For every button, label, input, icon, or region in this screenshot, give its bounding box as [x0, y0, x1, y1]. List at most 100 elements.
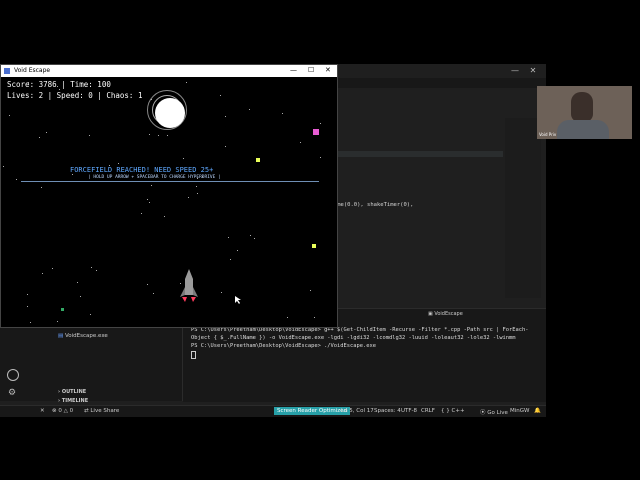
star: [300, 142, 301, 143]
star: [118, 163, 119, 164]
star: [153, 293, 154, 294]
terminal-line: PS C:\Users\Preetham\Desktop\VoidEscape>…: [191, 327, 529, 341]
go-live-button[interactable]: ⦿ Go Live: [480, 408, 508, 416]
account-icon[interactable]: [7, 369, 19, 381]
platform[interactable]: MinGW: [510, 408, 529, 414]
bell-icon[interactable]: 🔔: [534, 408, 541, 414]
star: [314, 317, 315, 318]
app-icon: [4, 68, 10, 74]
star: [249, 109, 250, 110]
close-icon[interactable]: ✕: [528, 66, 538, 76]
screen-reader-badge[interactable]: Screen Reader Optimized: [274, 407, 351, 415]
star: [77, 282, 78, 283]
star: [221, 292, 222, 293]
star: [282, 113, 283, 114]
star: [320, 123, 321, 124]
encoding[interactable]: UTF-8: [401, 408, 417, 414]
terminal-tab[interactable]: ▣ VoidEscape: [428, 311, 463, 317]
status-display: Lives: 2 | Speed: 0 | Chaos: 1: [7, 91, 143, 100]
star: [46, 132, 47, 133]
forcefield-line: [21, 181, 319, 182]
minimize-icon[interactable]: —: [510, 66, 520, 76]
star: [149, 134, 150, 135]
star: [59, 89, 60, 90]
star: [228, 237, 229, 238]
mouse-pointer-icon: [235, 296, 241, 304]
star: [52, 268, 53, 269]
debris-green: [61, 308, 64, 311]
star: [287, 317, 288, 318]
game-window[interactable]: Void Escape — ☐ ✕ Score: 3786 | Time: 10…: [0, 64, 338, 328]
star: [197, 178, 198, 179]
star: [96, 270, 97, 271]
star: [196, 186, 197, 187]
star: [197, 193, 198, 194]
language-mode[interactable]: { } C++: [441, 408, 465, 414]
star: [167, 135, 168, 136]
star: [27, 294, 28, 295]
star: [72, 174, 73, 175]
star: [158, 135, 159, 136]
indentation[interactable]: Spaces: 4: [374, 408, 401, 414]
window-title: Void Escape: [14, 67, 51, 74]
spaceship: [180, 269, 198, 302]
star: [149, 202, 150, 203]
star: [202, 176, 203, 177]
star: [254, 238, 255, 239]
star: [90, 314, 91, 315]
star: [30, 322, 31, 323]
live-share-button[interactable]: ⇄ Live Share: [84, 408, 119, 414]
star: [180, 283, 181, 284]
terminal-cursor: [191, 351, 196, 359]
star: [310, 290, 311, 291]
star: [41, 187, 42, 188]
person-head: [571, 92, 593, 122]
debris-pink: [313, 129, 319, 135]
timeline-section[interactable]: › TIMELINE: [58, 398, 88, 404]
star: [16, 179, 17, 180]
star: [151, 185, 152, 186]
star: [109, 165, 110, 166]
star: [57, 86, 58, 87]
file-icon: ▤: [58, 333, 65, 339]
star: [220, 95, 221, 96]
star: [80, 296, 81, 297]
star: [225, 146, 226, 147]
ship-flame: [182, 297, 187, 302]
file-item[interactable]: ▤ VoidEscape.exe: [58, 333, 108, 339]
game-titlebar: Void Escape — ☐ ✕: [1, 65, 337, 77]
star: [230, 259, 231, 260]
maximize-icon[interactable]: ☐: [308, 66, 314, 74]
minimize-icon[interactable]: —: [290, 66, 297, 74]
star: [42, 273, 43, 274]
minimap[interactable]: [505, 118, 541, 298]
close-icon[interactable]: ✕: [325, 66, 331, 74]
star: [27, 306, 28, 307]
star: [39, 137, 40, 138]
planet: [155, 98, 185, 128]
star: [147, 284, 148, 285]
star: [141, 213, 142, 214]
outline-section[interactable]: › OUTLINE: [58, 389, 86, 395]
gear-icon[interactable]: ⚙: [8, 388, 16, 398]
star: [164, 216, 165, 217]
ship-flame: [191, 297, 196, 302]
game-canvas[interactable]: Score: 3786 | Time: 100 Lives: 2 | Speed…: [1, 77, 337, 327]
status-bar: ✕ ⊗ 0 △ 0 ⇄ Live Share Screen Reader Opt…: [0, 405, 546, 417]
debris-yellow: [256, 158, 260, 162]
ship-fin-left: [180, 287, 185, 297]
person-body: [557, 120, 609, 139]
forcefield-message: FORCEFIELD REACHED! NEED SPEED 25+: [70, 166, 214, 174]
debris-yellow: [312, 244, 316, 248]
star: [250, 235, 251, 236]
star: [151, 99, 152, 100]
star: [225, 116, 226, 117]
webcam-label: Void Priv: [539, 132, 557, 137]
eol[interactable]: CRLF: [421, 408, 435, 414]
close-icon[interactable]: ✕: [40, 408, 45, 414]
webcam-overlay: Void Priv: [537, 86, 632, 139]
cursor-position[interactable]: Ln 5, Col 17: [341, 408, 374, 414]
problems-indicator[interactable]: ⊗ 0 △ 0: [52, 408, 73, 414]
star: [183, 158, 184, 159]
score-display: Score: 3786 | Time: 100: [7, 80, 111, 89]
